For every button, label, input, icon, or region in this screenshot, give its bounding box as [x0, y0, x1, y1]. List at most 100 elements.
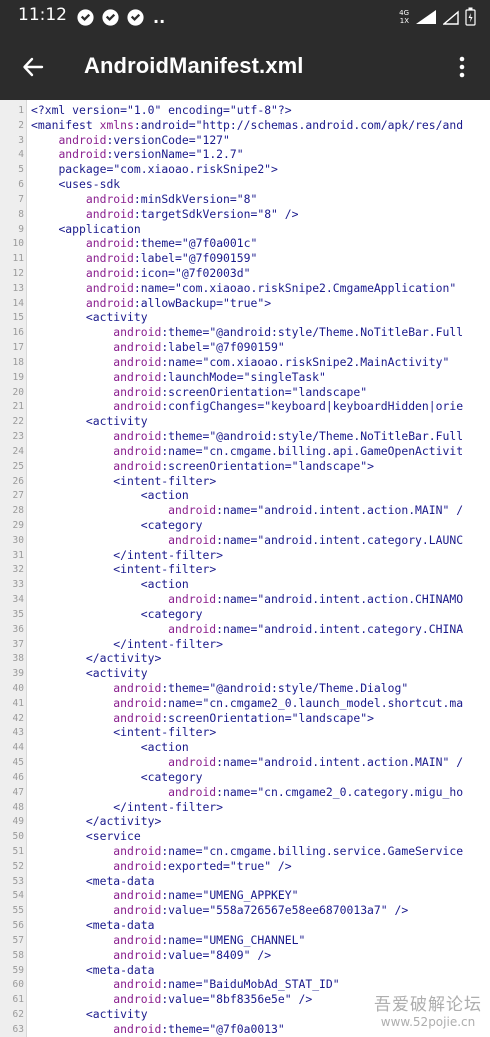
code-token: :: [216, 621, 224, 636]
code-line: 24 android:name="cn.cmgame.billing.api.G…: [0, 444, 490, 459]
code-token: versionName=: [113, 147, 196, 162]
code-token: >: [216, 799, 224, 814]
code-token: intent-filter: [127, 636, 217, 651]
code-token: category: [147, 606, 203, 621]
line-source: android:theme="@android:style/Theme.NoTi…: [31, 325, 463, 340]
code-token: android: [85, 206, 134, 221]
code-token: activity: [92, 666, 148, 681]
code-token: android: [85, 251, 134, 266]
code-line: 32 <intent-filter>: [0, 562, 490, 577]
code-line: 44 <action: [0, 740, 490, 755]
code-token: <: [140, 740, 148, 755]
code-token: "@7f0a0013": [209, 1021, 285, 1036]
line-source: android:value="8409" />: [31, 948, 271, 963]
line-number: 34: [12, 594, 24, 606]
overflow-menu-button[interactable]: [448, 48, 476, 86]
line-source: android:value="558a726567e58ee6870013a7"…: [31, 903, 408, 918]
code-token: theme=: [168, 429, 210, 444]
code-token: <: [85, 666, 93, 681]
network-type-top: 4G: [399, 8, 409, 17]
code-token: <: [31, 117, 38, 132]
line-source: package="com.xiaoao.riskSnipe2">: [31, 162, 277, 177]
line-source: <?xml version="1.0" encoding="utf-8"?>: [31, 103, 292, 118]
code-line: 15 <activity: [0, 310, 490, 325]
code-token: name=: [168, 844, 203, 858]
line-number: 49: [12, 816, 24, 828]
code-token: activity: [92, 1007, 148, 1022]
code-token: activity: [99, 651, 155, 666]
line-source: android:targetSdkVersion="8" />: [31, 207, 299, 222]
code-line: 47 android:name="cn.cmgame2_0.category.m…: [0, 785, 490, 800]
code-token: "landscape": [291, 710, 368, 725]
code-viewer[interactable]: 1 <?xml version="1.0" encoding="utf-8"?> 2…: [0, 100, 490, 1037]
code-token: android: [85, 266, 134, 281]
code-token: android: [113, 844, 162, 858]
code-token: screenOrientation=: [168, 458, 292, 473]
code-line: 26 <intent-filter>: [0, 474, 490, 489]
signal-icon: [443, 9, 459, 25]
code-token: :: [216, 503, 224, 518]
code-line: 16 android:theme="@android:style/Theme.N…: [0, 325, 490, 340]
code-line: 25 android:screenOrientation="landscape"…: [0, 459, 490, 474]
line-number: 7: [18, 193, 24, 205]
code-token: android: [113, 325, 162, 340]
code-token: android: [113, 384, 162, 399]
code-token: configChanges=: [168, 399, 265, 414]
code-token: <: [85, 918, 93, 933]
line-number: 13: [12, 282, 24, 294]
code-token: name=: [168, 354, 203, 369]
code-token: :: [216, 532, 224, 547]
line-source: android:configChanges="keyboard|keyboard…: [31, 399, 463, 414]
code-token: /: [449, 755, 464, 770]
line-source: android:icon="@7f02003d": [31, 266, 251, 281]
code-token: screenOrientation=: [168, 710, 292, 725]
code-token: />: [291, 992, 313, 1007]
line-source: android:name="UMENG_APPKEY": [31, 888, 298, 903]
code-token: android: [168, 755, 217, 770]
code-line: 28 android:name="android.intent.action.M…: [0, 503, 490, 518]
code-line: 3 android:versionCode="127": [0, 133, 490, 148]
line-number: 46: [12, 771, 24, 783]
line-number: 45: [12, 757, 24, 769]
line-source: <activity: [31, 666, 148, 681]
code-line: 51 android:name="cn.cmgame.billing.servi…: [0, 844, 490, 859]
code-line: 14 android:allowBackup="true">: [0, 296, 490, 311]
code-token: "true": [229, 858, 272, 873]
line-number: 15: [12, 312, 24, 324]
code-token: :: [133, 280, 141, 295]
arrow-left-icon: [23, 57, 44, 77]
line-source: android:theme="@android:style/Theme.NoTi…: [31, 429, 463, 444]
code-token: name=: [223, 621, 258, 636]
code-token: android=: [140, 117, 196, 132]
line-number: 18: [12, 356, 24, 368]
code-token: action: [147, 488, 189, 503]
code-token: name=: [168, 977, 203, 992]
line-number: 39: [12, 668, 24, 680]
code-token: <: [85, 962, 93, 977]
code-token: "@7f02003d": [175, 266, 251, 281]
line-source: android:name="cn.cmgame2_0.category.migu…: [31, 785, 463, 800]
line-source: <manifest xmlns:android="http://schemas.…: [31, 118, 463, 133]
line-number: 52: [12, 860, 24, 872]
code-line: 33 <action: [0, 577, 490, 592]
code-line: 49 </activity>: [0, 814, 490, 829]
line-source: <category: [31, 770, 203, 785]
code-token: "android.intent.category.LAUNC: [257, 532, 464, 547]
code-token: encoding=: [161, 103, 230, 117]
code-token: android: [113, 443, 162, 458]
code-token: intent-filter: [127, 547, 217, 562]
code-token: theme=: [168, 325, 210, 340]
code-token: >: [367, 710, 374, 725]
code-token: meta-data: [92, 962, 155, 977]
code-token: :: [133, 236, 141, 251]
line-number: 40: [12, 682, 24, 694]
code-token: "BaiduMobAd_STAT_ID": [202, 977, 340, 992]
code-token: </: [85, 814, 100, 829]
line-source: android:theme="@7f0a0013": [31, 1021, 285, 1037]
code-token: exported=: [168, 858, 230, 873]
code-token: theme=: [140, 236, 182, 251]
line-source: </intent-filter>: [31, 800, 223, 815]
code-line: 30 android:name="android.intent.category…: [0, 533, 490, 548]
code-token: >: [367, 458, 374, 473]
back-button[interactable]: [14, 48, 52, 86]
